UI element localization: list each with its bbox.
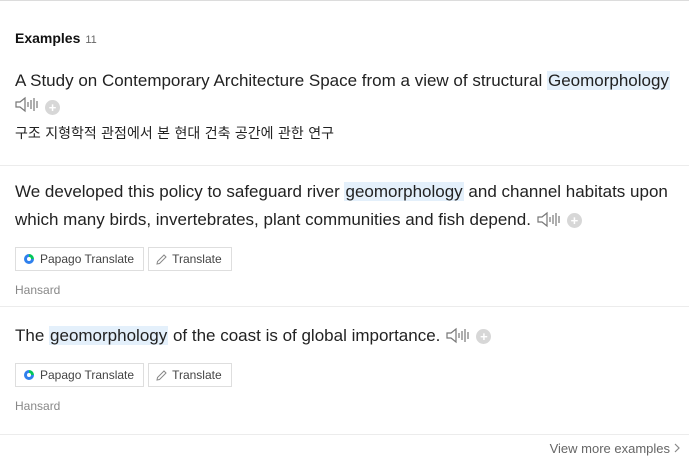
speaker-icon[interactable] xyxy=(446,325,470,353)
example-actions: + xyxy=(15,95,675,119)
example-source: Hansard xyxy=(15,283,61,297)
highlighted-term: Geomorphology xyxy=(546,71,670,90)
divider xyxy=(0,434,689,435)
examples-title: Examples xyxy=(15,30,81,46)
translate-button[interactable]: Translate xyxy=(148,247,232,271)
pencil-icon xyxy=(156,253,167,265)
papago-translate-label: Papago Translate xyxy=(40,252,135,266)
example-item: We developed this policy to safeguard ri… xyxy=(15,178,675,297)
translate-button[interactable]: Translate xyxy=(148,363,232,387)
translate-label: Translate xyxy=(172,252,222,266)
sentence-text: of the coast is of global importance. xyxy=(168,326,441,345)
divider xyxy=(0,165,689,166)
example-translation: 구조 지형학적 관점에서 본 현대 건축 공간에 관한 연구 xyxy=(15,126,334,142)
papago-icon xyxy=(23,369,35,381)
papago-translate-button[interactable]: Papago Translate xyxy=(15,247,145,271)
view-more-link[interactable]: View more examples xyxy=(550,441,680,456)
example-sentence: A Study on Contemporary Architecture Spa… xyxy=(15,67,675,95)
add-icon[interactable]: + xyxy=(45,99,60,115)
sentence-text: We developed this policy to safeguard ri… xyxy=(15,182,345,201)
sentence-text: A Study on Contemporary Architecture Spa… xyxy=(15,71,547,90)
translate-buttons: Papago Translate Translate xyxy=(15,363,675,387)
example-sentence: We developed this policy to safeguard ri… xyxy=(15,178,675,237)
view-more-label: View more examples xyxy=(549,441,670,456)
example-item: A Study on Contemporary Architecture Spa… xyxy=(15,67,675,143)
divider xyxy=(0,306,689,307)
papago-translate-button[interactable]: Papago Translate xyxy=(15,363,145,387)
example-sentence: The geomorphology of the coast is of glo… xyxy=(15,322,675,353)
papago-translate-label: Papago Translate xyxy=(40,368,135,382)
add-icon[interactable]: + xyxy=(476,329,492,344)
speaker-icon[interactable] xyxy=(537,209,561,237)
speaker-icon[interactable] xyxy=(15,96,39,118)
pencil-icon xyxy=(156,369,167,381)
sentence-text: The xyxy=(15,326,50,345)
top-border xyxy=(0,0,689,1)
example-item: The geomorphology of the coast is of glo… xyxy=(15,322,675,413)
translate-buttons: Papago Translate Translate xyxy=(15,247,675,271)
translate-label: Translate xyxy=(172,368,222,382)
highlighted-term: geomorphology xyxy=(344,182,464,201)
add-icon[interactable]: + xyxy=(566,213,582,228)
chevron-right-icon xyxy=(670,441,680,456)
papago-icon xyxy=(23,253,35,265)
example-source: Hansard xyxy=(15,399,61,413)
highlighted-term: geomorphology xyxy=(49,326,169,345)
examples-header: Examples 11 xyxy=(15,30,97,48)
examples-count: 11 xyxy=(85,34,97,46)
